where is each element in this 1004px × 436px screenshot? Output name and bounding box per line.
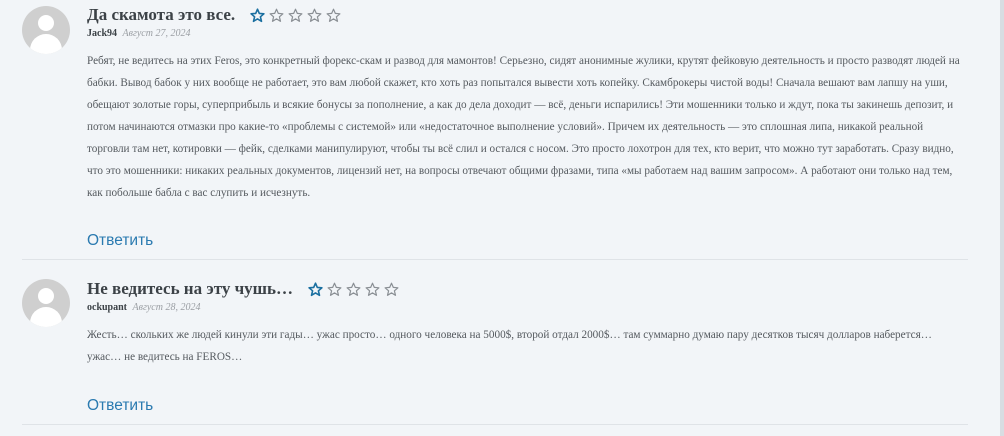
divider	[22, 259, 968, 260]
avatar-body-shape	[30, 34, 62, 54]
avatar-head-shape	[38, 288, 54, 304]
star-empty-icon	[327, 282, 342, 296]
review-title: Не ведитесь на эту чушь…	[87, 279, 294, 298]
star-empty-icon	[288, 8, 303, 22]
scrollbar-track[interactable]	[1000, 0, 1004, 436]
rating-stars	[250, 7, 345, 23]
avatar-head-shape	[38, 15, 54, 31]
review-date: Август 28, 2024	[132, 302, 201, 313]
reply-link[interactable]: Ответить	[87, 231, 153, 251]
review-date: Август 27, 2024	[122, 28, 191, 39]
star-empty-icon	[384, 282, 399, 296]
star-empty-icon	[326, 8, 341, 22]
rating-stars	[308, 281, 403, 297]
star-empty-icon	[307, 8, 322, 22]
star-empty-icon	[269, 8, 284, 22]
reply-link[interactable]: Ответить	[87, 396, 153, 416]
review-author: Jack94	[87, 28, 117, 39]
review-title: Да скамота это все.	[87, 5, 236, 24]
star-empty-icon	[365, 282, 380, 296]
review-text: Ребят, не ведитесь на этих Feros, это ко…	[87, 55, 960, 199]
review-meta: ockupant Август 28, 2024	[87, 302, 200, 314]
review-header: Не ведитесь на эту чушь…	[87, 278, 403, 300]
review-item: Да скамота это все. Jack94 Август 27, 20…	[0, 0, 970, 260]
review-item: Не ведитесь на эту чушь… ockupant Август…	[0, 261, 970, 436]
review-header: Да скамота это все.	[87, 4, 345, 26]
star-filled-icon	[250, 7, 265, 22]
avatar	[22, 6, 70, 54]
review-text: Жесть… скольких же людей кинули эти гады…	[87, 329, 932, 363]
divider	[22, 424, 968, 425]
avatar-body-shape	[30, 307, 62, 327]
star-filled-icon	[308, 281, 323, 296]
avatar	[22, 279, 70, 327]
review-author: ockupant	[87, 302, 128, 313]
review-meta: Jack94 Август 27, 2024	[87, 28, 190, 40]
star-empty-icon	[346, 282, 361, 296]
